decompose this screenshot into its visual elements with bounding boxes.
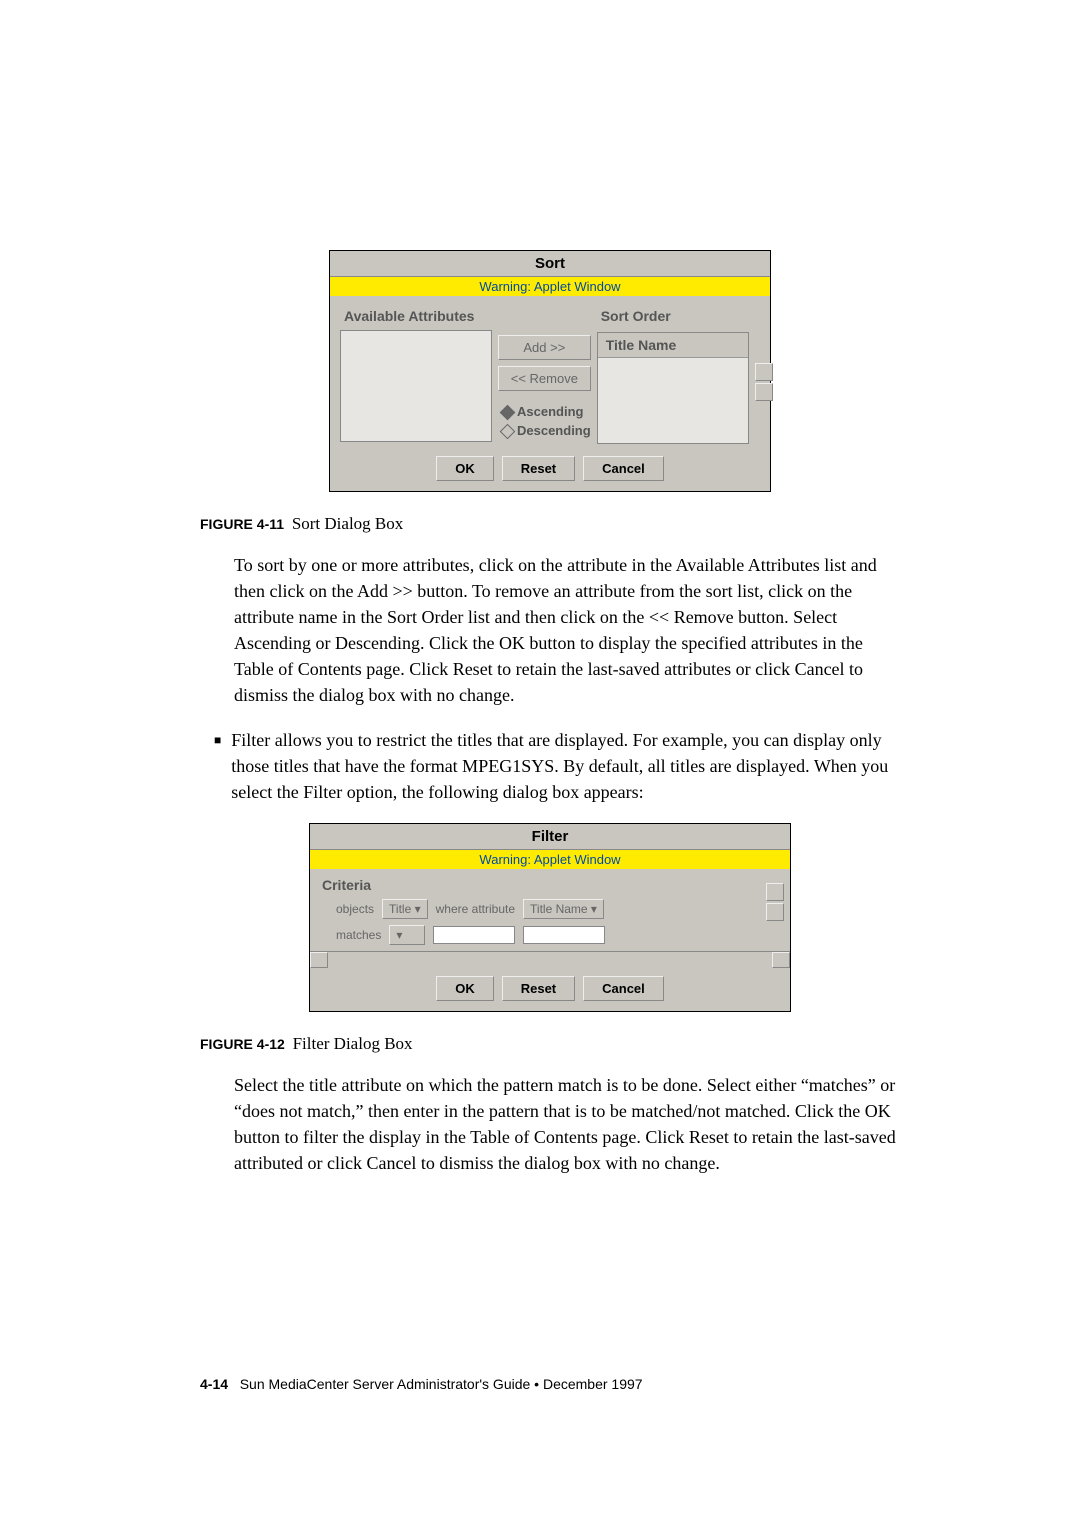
sort-paragraph: To sort by one or more attributes, click…	[234, 552, 900, 709]
matches-label: matches	[336, 928, 381, 942]
ascending-radio[interactable]: Ascending	[498, 402, 591, 421]
sort-warning-bar: Warning: Applet Window	[330, 277, 770, 296]
available-attributes-list[interactable]	[340, 330, 492, 442]
attribute-select[interactable]: Title Name ▾	[523, 899, 604, 919]
filter-reset-button[interactable]: Reset	[502, 976, 575, 1001]
page-footer: 4-14 Sun MediaCenter Server Administrato…	[200, 1376, 900, 1422]
figure-filter-dialog: Filter Warning: Applet Window Criteria o…	[200, 823, 900, 1012]
filter-bullet-text: Filter allows you to restrict the titles…	[231, 727, 900, 805]
pattern-input-1[interactable]	[433, 926, 515, 944]
filter-scroll-down-icon[interactable]	[766, 903, 784, 921]
horizontal-scrollbar[interactable]	[310, 951, 790, 968]
figure-sort-dialog: Sort Warning: Applet Window Available At…	[200, 250, 900, 492]
sort-order-list[interactable]: Title Name	[597, 332, 749, 444]
filter-ok-button[interactable]: OK	[436, 976, 494, 1001]
matches-select[interactable]: ▾	[389, 925, 425, 945]
filter-paragraph: Select the title attribute on which the …	[234, 1072, 900, 1176]
bullet-icon: ■	[214, 733, 221, 805]
add-button[interactable]: Add >>	[498, 335, 591, 360]
filter-cancel-button[interactable]: Cancel	[583, 976, 664, 1001]
remove-button[interactable]: << Remove	[498, 366, 591, 391]
available-attributes-label: Available Attributes	[340, 302, 492, 330]
sort-reset-button[interactable]: Reset	[502, 456, 575, 481]
filter-scroll-up-icon[interactable]	[766, 883, 784, 901]
diamond-off-icon	[500, 424, 516, 440]
where-attribute-label: where attribute	[436, 902, 515, 916]
scroll-down-icon[interactable]	[755, 383, 773, 401]
sort-order-item[interactable]: Title Name	[598, 333, 748, 358]
scroll-up-icon[interactable]	[755, 363, 773, 381]
diamond-on-icon	[500, 405, 516, 421]
figure-caption-1: FIGURE 4-11 Sort Dialog Box	[200, 514, 900, 534]
pattern-input-2[interactable]	[523, 926, 605, 944]
sort-dialog: Sort Warning: Applet Window Available At…	[329, 250, 771, 492]
sort-dialog-title: Sort	[330, 251, 770, 277]
descending-radio[interactable]: Descending	[498, 421, 591, 440]
sort-cancel-button[interactable]: Cancel	[583, 456, 664, 481]
objects-label: objects	[336, 902, 374, 916]
title-select[interactable]: Title ▾	[382, 899, 428, 919]
figure-caption-2: FIGURE 4-12 Filter Dialog Box	[200, 1034, 900, 1054]
filter-dialog-title: Filter	[310, 824, 790, 850]
filter-dialog: Filter Warning: Applet Window Criteria o…	[309, 823, 791, 1012]
sort-order-label: Sort Order	[597, 302, 749, 330]
filter-warning-bar: Warning: Applet Window	[310, 850, 790, 869]
criteria-label: Criteria	[320, 877, 780, 899]
sort-ok-button[interactable]: OK	[436, 456, 494, 481]
